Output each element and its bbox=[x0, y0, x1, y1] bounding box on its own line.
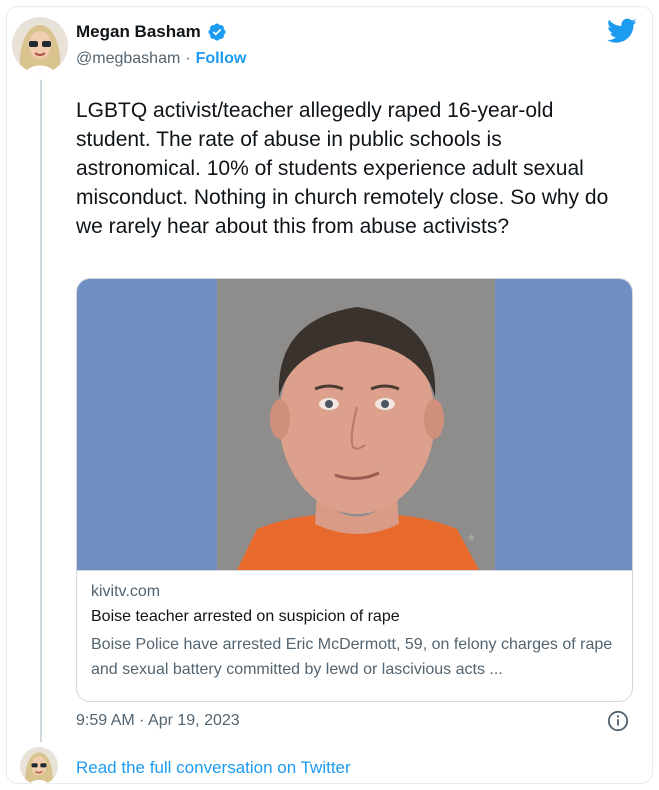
twitter-bird-icon[interactable] bbox=[607, 18, 637, 44]
tweet-text: LGBTQ activist/teacher allegedly raped 1… bbox=[76, 99, 609, 238]
svg-text:✯: ✯ bbox=[467, 533, 476, 544]
separator-dot: · bbox=[185, 50, 191, 67]
author-name[interactable]: Megan Basham bbox=[76, 22, 201, 42]
link-title[interactable]: Boise teacher arrested on suspicion of r… bbox=[91, 607, 620, 627]
link-preview-image: ✯ bbox=[77, 279, 632, 570]
mugshot-photo: ✯ bbox=[217, 279, 495, 570]
author-handle-row: @megbasham · Follow bbox=[76, 50, 246, 68]
read-full-conversation-link[interactable]: Read the full conversation on Twitter bbox=[76, 758, 351, 778]
verified-badge-icon bbox=[208, 23, 226, 41]
tweet-timestamp[interactable]: 9:59 AM · Apr 19, 2023 bbox=[76, 712, 240, 730]
info-icon[interactable] bbox=[607, 710, 629, 732]
author-name-row: Megan Basham bbox=[76, 22, 227, 42]
link-preview-body: kivitv.com Boise teacher arrested on sus… bbox=[77, 570, 632, 701]
author-avatar[interactable] bbox=[12, 17, 68, 73]
link-preview-card[interactable]: ✯ kivitv.com Boise teacher arrested on s… bbox=[76, 278, 633, 702]
link-description: Boise Police have arrested Eric McDermot… bbox=[91, 636, 613, 678]
author-handle[interactable]: @megbasham bbox=[76, 50, 180, 68]
thread-line bbox=[40, 80, 42, 742]
footer-avatar[interactable] bbox=[20, 747, 58, 785]
link-domain: kivitv.com bbox=[91, 583, 161, 600]
follow-button[interactable]: Follow bbox=[196, 50, 247, 68]
